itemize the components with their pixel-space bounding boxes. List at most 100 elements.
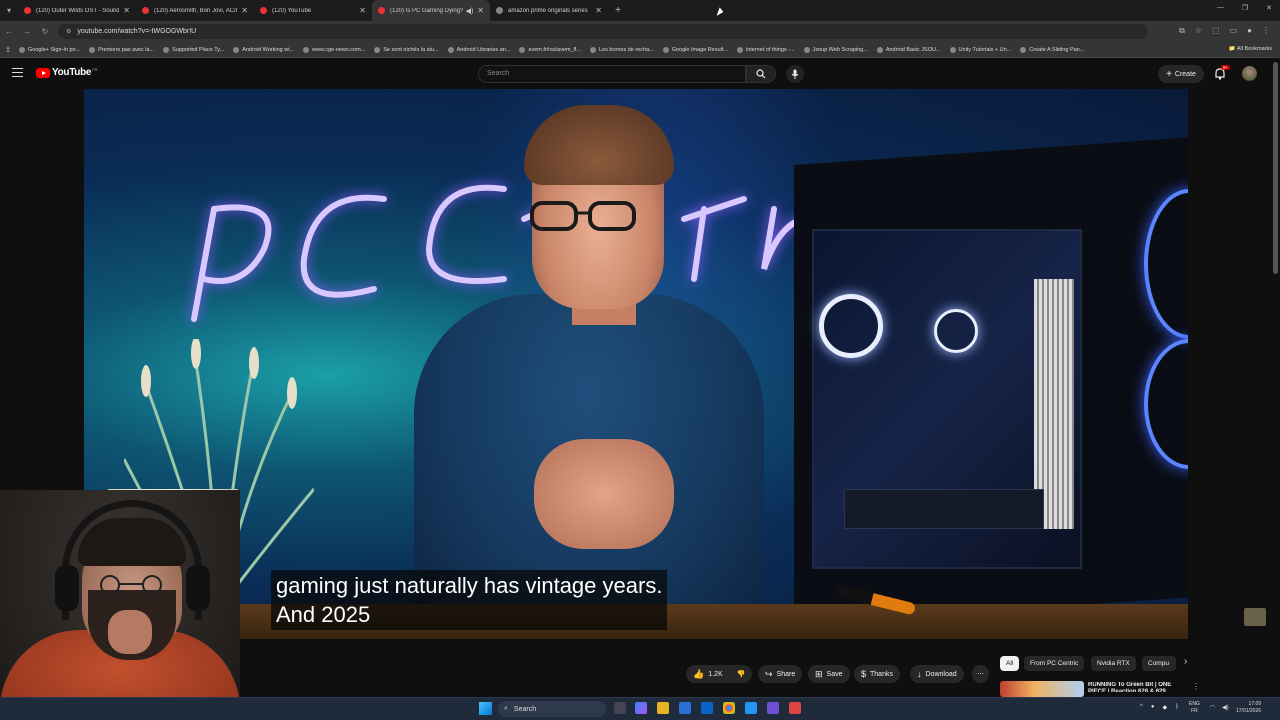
search-input[interactable]: Search: [478, 65, 746, 83]
bookmark-item[interactable]: avem.fr/rss/avem_fl...: [519, 46, 581, 53]
tray-app-icon[interactable]: ●: [1151, 704, 1155, 711]
back-icon[interactable]: ←: [0, 27, 18, 36]
browser-tab[interactable]: amazon prime originals series ✕: [490, 0, 608, 21]
copilot-icon[interactable]: [635, 702, 647, 714]
chip-nvidia-rtx[interactable]: Nvidia RTX: [1091, 656, 1136, 671]
more-actions-button[interactable]: ⋯: [972, 665, 989, 683]
like-button[interactable]: 👍 1.2K 👎: [686, 665, 753, 683]
chevron-right-icon[interactable]: ›: [1184, 656, 1187, 667]
bookmark-item[interactable]: Google+ Sign-In po...: [19, 46, 80, 53]
channel-watermark[interactable]: [1244, 608, 1266, 626]
presenter-hands: [534, 439, 674, 549]
tray-app-icon[interactable]: ◆: [1162, 704, 1167, 711]
share-icon: ↪: [765, 668, 773, 679]
menu-icon[interactable]: [12, 68, 23, 77]
close-tab-icon[interactable]: ✕: [241, 6, 248, 15]
file-explorer-icon[interactable]: [657, 702, 669, 714]
browser-tab[interactable]: (120) Aerosmith, Bon Jovi, AC/D ✕: [136, 0, 254, 21]
youtube-header: YouTube FR Search + Create 9+: [0, 58, 1280, 89]
bookmark-item[interactable]: Android Working wi...: [233, 46, 294, 53]
language-indicator[interactable]: ENG FR: [1189, 701, 1200, 715]
outlook-icon[interactable]: [701, 702, 713, 714]
apps-icon[interactable]: ⣿: [6, 47, 10, 53]
tab-search-icon[interactable]: ▾: [0, 0, 18, 21]
chrome-icon[interactable]: [723, 702, 735, 714]
save-button[interactable]: ⊞ Save: [808, 665, 850, 683]
profile-icon[interactable]: ●: [1247, 26, 1252, 36]
browser-tab[interactable]: (120) Outer Wilds OST - Soundt ✕: [18, 0, 136, 21]
recommendation-thumbnail[interactable]: [1000, 681, 1084, 697]
bookmark-item[interactable]: Premiers pas avec la...: [89, 46, 154, 53]
bookmark-item[interactable]: Les bornes de recha...: [589, 46, 654, 53]
close-tab-icon[interactable]: ✕: [359, 6, 366, 15]
bookmark-item[interactable]: Android Basic JSOU...: [876, 46, 941, 53]
maximize-icon[interactable]: ❐: [1242, 4, 1248, 12]
chip-computers[interactable]: Compu: [1142, 656, 1176, 671]
search-button[interactable]: [746, 65, 776, 83]
extensions-icon[interactable]: ⬚: [1212, 26, 1220, 36]
app-icon[interactable]: [745, 702, 757, 714]
bookmark-item[interactable]: www.cge-news.com...: [303, 46, 365, 53]
download-button[interactable]: ↓ Download: [910, 665, 964, 683]
windows-start-icon[interactable]: [479, 702, 492, 715]
youtube-logo[interactable]: YouTube FR: [36, 67, 98, 78]
save-label: Save: [826, 670, 843, 678]
thumbs-up-icon: 👍: [693, 668, 705, 679]
bookmark-item[interactable]: Android Libraries an...: [447, 46, 510, 53]
youtube-favicon-icon: [378, 7, 385, 14]
bookmark-star-icon[interactable]: ☆: [1195, 26, 1202, 36]
bookmark-item[interactable]: Supported Place Ty...: [163, 46, 224, 53]
speaker-icon[interactable]: ◀): [466, 7, 474, 15]
reload-icon[interactable]: ↻: [36, 27, 54, 36]
headset-cup: [55, 565, 79, 611]
taskbar-search[interactable]: ⌕ Search: [498, 701, 606, 717]
avatar[interactable]: [1242, 66, 1257, 81]
video-player[interactable]: gaming just naturally has vintage years.…: [84, 89, 1188, 639]
lang-secondary: FR: [1191, 708, 1198, 714]
more-icon[interactable]: ⋮: [1192, 682, 1200, 691]
app-icon[interactable]: [789, 702, 801, 714]
bookmark-item[interactable]: Jsoup Web Scraping...: [803, 46, 868, 53]
close-tab-icon[interactable]: ✕: [595, 6, 602, 15]
close-tab-icon[interactable]: ✕: [477, 6, 484, 15]
bluetooth-icon[interactable]: ᛒ: [1175, 704, 1179, 711]
browser-menu-icon[interactable]: ⋮: [1262, 26, 1270, 36]
browser-tab[interactable]: (120) YouTube ✕: [254, 0, 372, 21]
wifi-icon[interactable]: ◠: [1210, 704, 1215, 711]
fan-ring: [819, 294, 883, 358]
close-tab-icon[interactable]: ✕: [123, 6, 130, 15]
browser-tab-active[interactable]: (120) Is PC Gaming Dying? (◀) ✕: [372, 0, 490, 21]
more-icon: ⋯: [977, 671, 984, 678]
close-window-icon[interactable]: ✕: [1266, 4, 1272, 12]
bookmark-item[interactable]: Create A Sliding Pan...: [1020, 46, 1084, 53]
chip-from-channel[interactable]: From PC Centric: [1024, 656, 1085, 671]
volume-icon[interactable]: ◀): [1222, 704, 1229, 711]
discord-icon[interactable]: [767, 702, 779, 714]
forward-icon[interactable]: →: [18, 27, 36, 36]
clock-time: 17:09: [1248, 701, 1262, 707]
browser-tab-bar: ▾ (120) Outer Wilds OST - Soundt ✕ (120) …: [0, 0, 1280, 21]
clock[interactable]: 17:09 17/01/2026: [1236, 701, 1261, 715]
bookmark-item[interactable]: Google Image Result...: [662, 46, 728, 53]
share-button[interactable]: ↪ Share: [758, 665, 803, 683]
bookmark-item[interactable]: Se sont nichés la stu...: [374, 46, 439, 53]
bookmark-item[interactable]: Unity Tutorials + Un...: [949, 46, 1011, 53]
new-tab-icon[interactable]: +: [608, 5, 628, 16]
url-field[interactable]: ⚙ youtube.com/watch?v=-tWGOGWbrIU: [58, 24, 1148, 39]
task-view-icon[interactable]: [614, 702, 626, 714]
chip-all[interactable]: All: [1000, 656, 1020, 671]
all-bookmarks[interactable]: 📁 All Bookmarks: [1229, 46, 1272, 52]
recommendation-title[interactable]: RUNNING To Green Bit | ONE PIECE | React…: [1088, 682, 1184, 692]
store-icon[interactable]: [679, 702, 691, 714]
voice-search-button[interactable]: [786, 65, 804, 83]
minimize-icon[interactable]: —: [1217, 4, 1224, 12]
thumbs-down-icon[interactable]: 👎: [737, 670, 746, 678]
bookmark-item[interactable]: internet of things -...: [736, 46, 795, 53]
install-app-icon[interactable]: ⧉: [1179, 26, 1185, 36]
thanks-button[interactable]: $ Thanks: [854, 665, 900, 683]
chevron-up-icon[interactable]: ^: [1140, 704, 1143, 711]
create-button[interactable]: + Create: [1158, 65, 1204, 83]
page-scrollbar[interactable]: [1273, 62, 1278, 274]
site-info-icon[interactable]: ⚙: [66, 28, 71, 35]
sidebar-icon[interactable]: ▭: [1230, 26, 1238, 36]
